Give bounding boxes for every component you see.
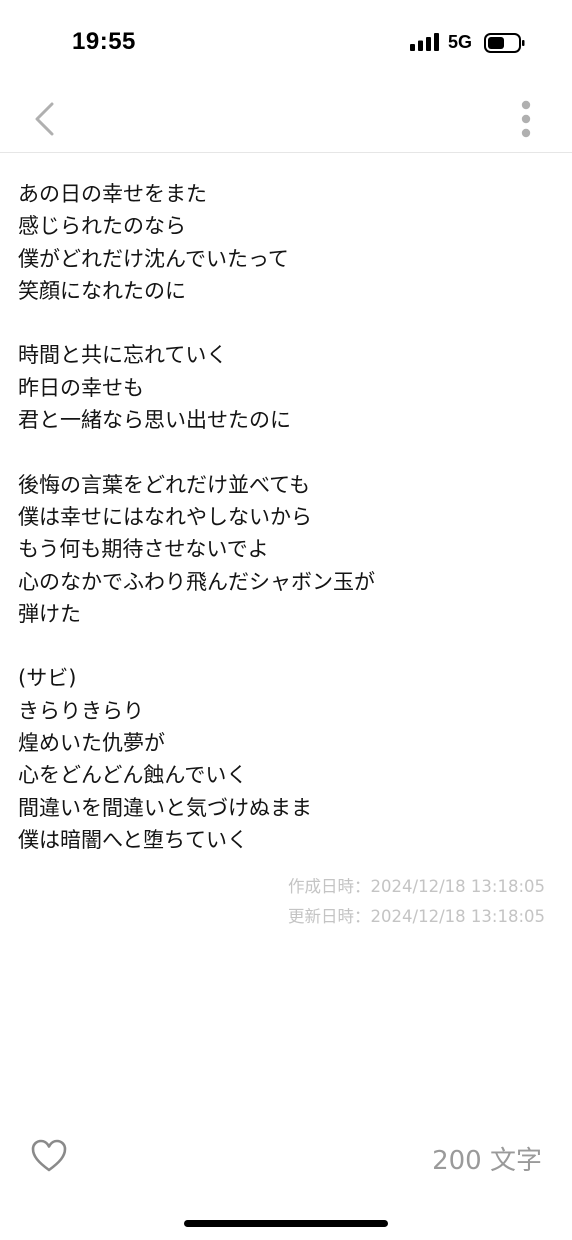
lyric-line: 僕は暗闇へと堕ちていく [18, 827, 248, 852]
status-time: 19:55 [72, 28, 136, 55]
chevron-left-icon [35, 102, 54, 136]
created-timestamp: 作成日時：2024/12/18 13:18:05 [288, 877, 545, 896]
lyric-line: 君と一緒なら思い出せたのに [18, 408, 291, 433]
lyric-line: 僕がどれだけ沈んでいたって [18, 246, 289, 271]
lyric-line: 僕は幸せにはなれやしないから [18, 504, 312, 529]
like-button[interactable] [30, 1138, 68, 1174]
lyric-line: (サビ) [18, 666, 77, 691]
lyric-line: 笑顔になれたのに [18, 278, 186, 303]
heart-icon [31, 1139, 67, 1172]
home-indicator[interactable] [184, 1220, 388, 1227]
lyric-line: 間違いを間違いと気づけぬまま [18, 795, 312, 820]
lyric-line: もう何も期待させないでよ [18, 537, 269, 562]
network-label: 5G [448, 32, 473, 52]
lyric-line: 煌めいた仇夢が [18, 731, 165, 756]
lyric-line: 昨日の幸せも [18, 375, 144, 400]
battery-icon [484, 33, 525, 53]
more-vertical-icon [521, 100, 531, 138]
lyric-line: 心のなかでふわり飛んだシャボン玉が [18, 569, 375, 594]
signal-icon [410, 33, 439, 51]
lyric-line: 弾けた [18, 601, 81, 626]
lyric-line: 時間と共に忘れていく [18, 343, 228, 368]
lyric-line: 心をどんどん蝕んでいく [18, 763, 248, 788]
lyric-line: 後悔の言葉をどれだけ並べても [18, 472, 311, 497]
character-count: 200 文字 [432, 1146, 542, 1176]
back-button[interactable] [24, 96, 64, 142]
nav-bar [0, 86, 572, 153]
updated-timestamp: 更新日時：2024/12/18 13:18:05 [288, 907, 545, 926]
footer-bar: 200 文字 [0, 1130, 572, 1190]
more-options-button[interactable] [510, 96, 542, 142]
note-timestamps: 作成日時：2024/12/18 13:18:05 更新日時：2024/12/18… [288, 872, 545, 932]
note-body[interactable]: あの日の幸せをまた 感じられたのなら 僕がどれだけ沈んでいたって 笑顔になれたの… [18, 178, 554, 856]
lyric-line: あの日の幸せをまた [18, 182, 207, 206]
lyric-line: きらりきらり [18, 698, 144, 723]
status-bar: 19:55 5G [0, 0, 572, 86]
lyric-line: 感じられたのなら [18, 214, 186, 239]
